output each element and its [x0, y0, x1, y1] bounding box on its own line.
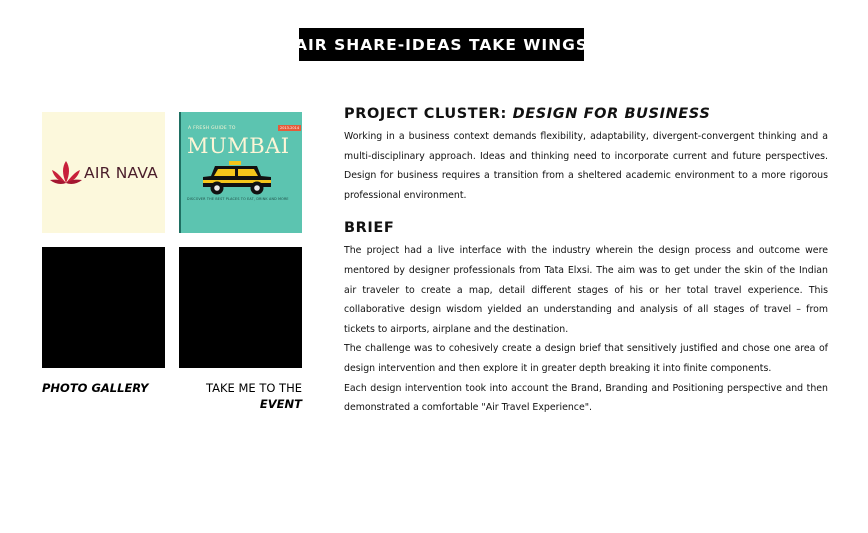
event-link[interactable]: TAKE ME TO THE EVENT	[179, 380, 302, 412]
project-cluster-heading-prefix: PROJECT CLUSTER:	[344, 106, 513, 122]
mumbai-footer-text: DISCOVER THE BEST PLACES TO EAT, DRINK A…	[187, 197, 289, 201]
event-link-line2: EVENT	[259, 397, 302, 411]
page-title: AIR SHARE-IDEAS TAKE WINGS	[295, 28, 587, 61]
air-nava-brand-text: AIR NAVA	[84, 163, 158, 182]
air-nava-logo: AIR NAVA	[49, 159, 158, 187]
event-link-line1: TAKE ME TO THE	[206, 381, 302, 395]
taxi-car-icon	[201, 160, 273, 200]
brief-heading: BRIEF	[344, 220, 395, 237]
brief-paragraph: Each design intervention took into accou…	[344, 382, 828, 414]
photo-gallery-tile[interactable]	[42, 247, 165, 368]
mumbai-title: MUMBAI	[187, 134, 290, 158]
event-tile[interactable]	[179, 247, 302, 368]
project-description: Working in a business context demands fl…	[344, 131, 828, 201]
brief-paragraph: The challenge was to cohesively create a…	[344, 343, 828, 374]
lotus-icon	[50, 160, 83, 184]
project-cluster-heading: PROJECT CLUSTER: DESIGN FOR BUSINESS	[344, 103, 828, 127]
cover-spine	[179, 112, 181, 233]
project-cluster-heading-emphasis: DESIGN FOR BUSINESS	[512, 106, 711, 122]
photo-gallery-link[interactable]: PHOTO GALLERY	[42, 380, 148, 396]
air-nava-tile[interactable]: AIR NAVA	[42, 112, 165, 233]
mumbai-guide-tile[interactable]: A FRESH GUIDE TO 2013-2014 MUMBAI DISCOV…	[179, 112, 302, 233]
project-content: PROJECT CLUSTER: DESIGN FOR BUSINESS Wor…	[344, 103, 828, 418]
mumbai-kicker-text: A FRESH GUIDE TO	[188, 126, 236, 131]
brief-paragraph: The project had a live interface with th…	[344, 245, 828, 335]
mumbai-edition-tag: 2013-2014	[278, 125, 302, 131]
